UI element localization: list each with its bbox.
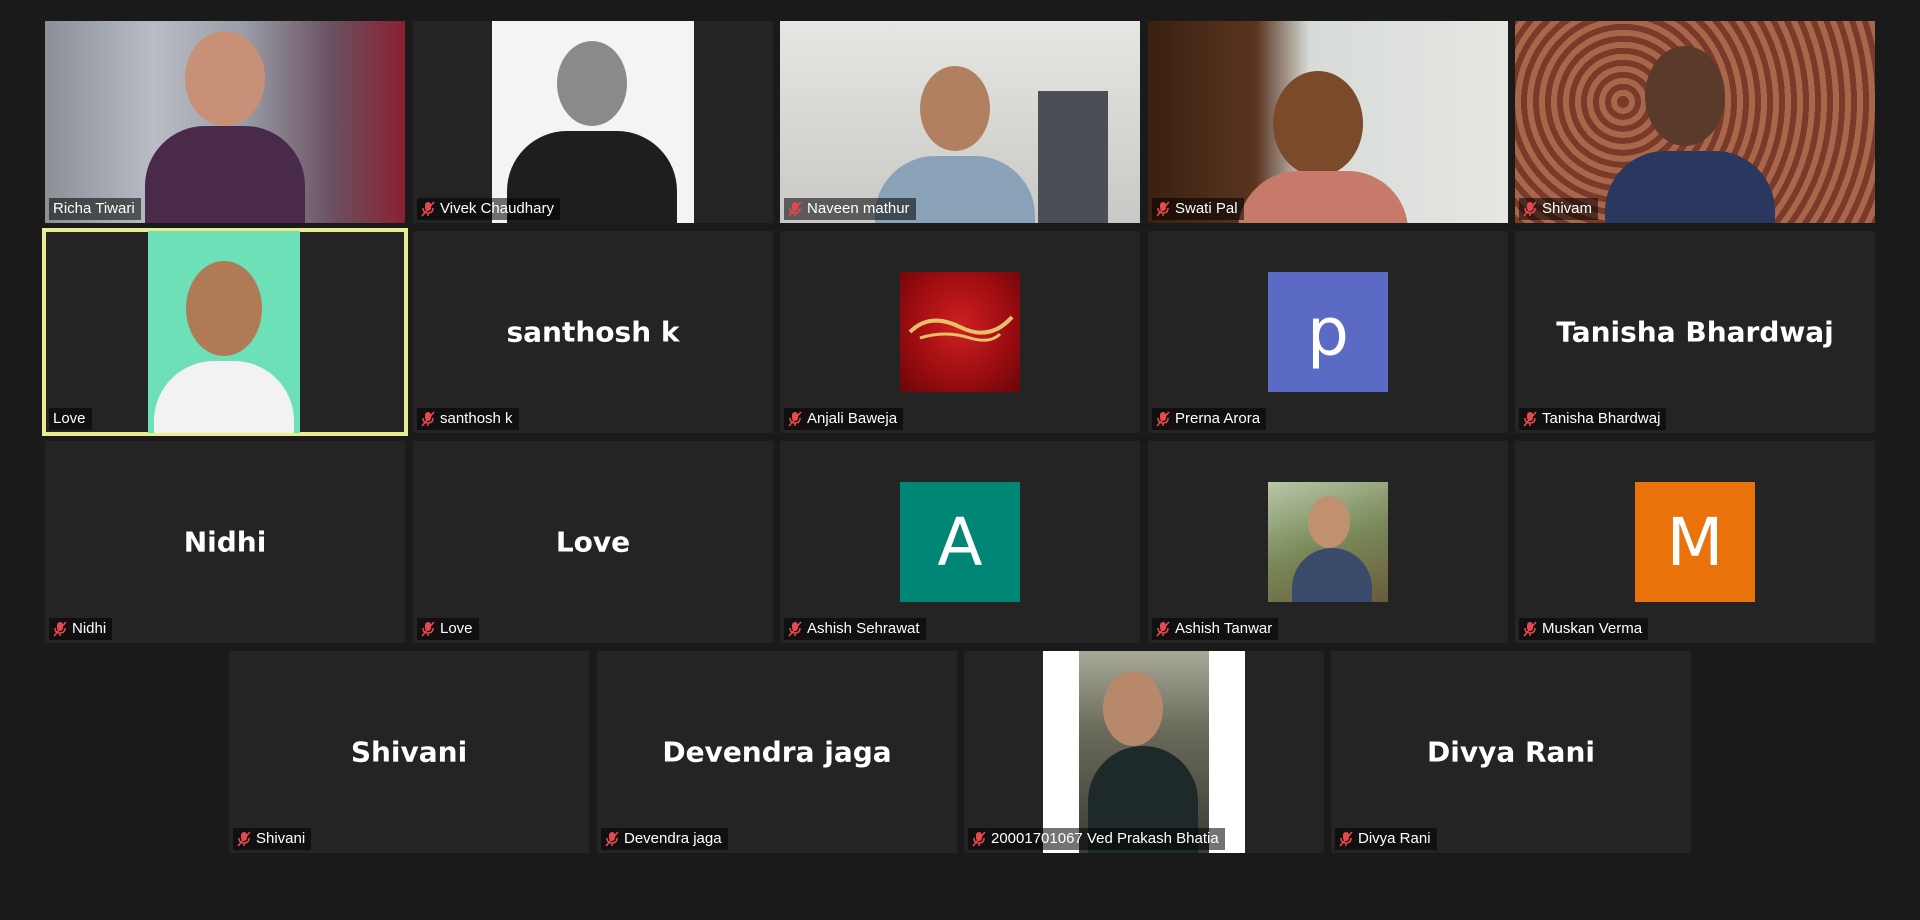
participant-video (45, 21, 405, 223)
avatar (1268, 482, 1388, 602)
participant-name-tag: 20001701067 Ved Prakash Bhatia (968, 828, 1225, 850)
participant-video (1043, 651, 1245, 853)
participant-name-tag: Love (417, 618, 479, 640)
participant-name-tag: Divya Rani (1335, 828, 1437, 850)
video-tile-santhosh-k[interactable]: santhosh k santhosh k (413, 231, 773, 433)
participant-display-name: santhosh k (506, 315, 680, 349)
participant-name-tag: Anjali Baweja (784, 408, 904, 430)
participant-display-name: Shivani (350, 735, 468, 769)
mic-muted-icon (1339, 831, 1353, 847)
participant-name: Divya Rani (1358, 830, 1431, 847)
video-tile-shivam[interactable]: Shivam (1515, 21, 1875, 223)
mic-muted-icon (421, 621, 435, 637)
mic-muted-icon (421, 201, 435, 217)
participant-name: Ashish Tanwar (1175, 620, 1273, 637)
video-tile-naveen-mathur[interactable]: Naveen mathur (780, 21, 1140, 223)
participant-name-tag: santhosh k (417, 408, 519, 430)
video-tile-nidhi[interactable]: Nidhi Nidhi (45, 441, 405, 643)
participant-name-tag: Swati Pal (1152, 198, 1244, 220)
participant-name: santhosh k (440, 410, 513, 427)
participant-video (1148, 21, 1508, 223)
video-tile-devendra-jaga[interactable]: Devendra jaga Devendra jaga (597, 651, 957, 853)
mic-muted-icon (53, 621, 67, 637)
participant-name: Shivam (1542, 200, 1593, 217)
video-tile-love[interactable]: Love Love (413, 441, 773, 643)
participant-name: Nidhi (72, 620, 107, 637)
mic-muted-icon (972, 831, 986, 847)
video-tile-anjali-baweja[interactable]: Anjali Baweja (780, 231, 1140, 433)
participant-display-name: Divya Rani (1427, 735, 1595, 769)
participant-name-tag: Love (49, 408, 92, 430)
participant-name: Anjali Baweja (807, 410, 898, 427)
avatar (900, 272, 1020, 392)
participant-name: Vivek Chaudhary (440, 200, 554, 217)
participant-display-name: Love (555, 525, 631, 559)
avatar-letter: A (937, 503, 983, 581)
video-tile-divya-rani[interactable]: Divya Rani Divya Rani (1331, 651, 1691, 853)
participant-name: Swati Pal (1175, 200, 1238, 217)
avatar: p (1268, 272, 1388, 392)
participant-display-name: Devendra jaga (662, 735, 892, 769)
participant-name: Muskan Verma (1542, 620, 1643, 637)
participant-name-tag: Vivek Chaudhary (417, 198, 560, 220)
participant-name-tag: Muskan Verma (1519, 618, 1649, 640)
avatar-letter: p (1307, 293, 1349, 371)
participant-name: Ashish Sehrawat (807, 620, 920, 637)
participant-name: Richa Tiwari (53, 200, 135, 217)
participant-display-name: Nidhi (183, 525, 267, 559)
video-tile-shivani[interactable]: Shivani Shivani (229, 651, 589, 853)
participant-video (1515, 21, 1875, 223)
mic-muted-icon (1523, 621, 1537, 637)
participant-name: Shivani (256, 830, 306, 847)
participant-name-tag: Nidhi (49, 618, 113, 640)
participant-name-tag: Richa Tiwari (49, 198, 141, 220)
mic-muted-icon (788, 201, 802, 217)
participant-name-tag: Devendra jaga (601, 828, 728, 850)
mic-muted-icon (1156, 201, 1170, 217)
participant-display-name: Tanisha Bhardwaj (1556, 315, 1834, 349)
participant-name-tag: Naveen mathur (784, 198, 916, 220)
mic-muted-icon (1156, 411, 1170, 427)
video-tile-vivek-chaudhary[interactable]: Vivek Chaudhary (413, 21, 773, 223)
video-tile-swati-pal[interactable]: Swati Pal (1148, 21, 1508, 223)
participant-name-tag: Ashish Tanwar (1152, 618, 1279, 640)
video-tile-ved-prakash-bhatia[interactable]: 20001701067 Ved Prakash Bhatia (964, 651, 1324, 853)
mic-muted-icon (1523, 201, 1537, 217)
participant-name-tag: Ashish Sehrawat (784, 618, 926, 640)
mic-muted-icon (421, 411, 435, 427)
mic-muted-icon (237, 831, 251, 847)
participant-name: 20001701067 Ved Prakash Bhatia (991, 830, 1219, 847)
participant-name-tag: Shivam (1519, 198, 1599, 220)
mic-muted-icon (1156, 621, 1170, 637)
video-tile-ashish-sehrawat[interactable]: A Ashish Sehrawat (780, 441, 1140, 643)
participant-name: Love (53, 410, 86, 427)
mic-muted-icon (605, 831, 619, 847)
participant-video (148, 231, 300, 433)
participant-name: Love (440, 620, 473, 637)
mic-muted-icon (1523, 411, 1537, 427)
video-tile-tanisha-bhardwaj[interactable]: Tanisha Bhardwaj Tanisha Bhardwaj (1515, 231, 1875, 433)
video-tile-love-active-speaker[interactable]: Love (42, 228, 408, 436)
participant-name: Tanisha Bhardwaj (1542, 410, 1661, 427)
participant-video (492, 21, 694, 223)
mic-muted-icon (788, 411, 802, 427)
avatar: M (1635, 482, 1755, 602)
participant-name: Devendra jaga (624, 830, 722, 847)
video-tile-muskan-verma[interactable]: M Muskan Verma (1515, 441, 1875, 643)
video-tile-prerna-arora[interactable]: p Prerna Arora (1148, 231, 1508, 433)
participant-name: Prerna Arora (1175, 410, 1261, 427)
video-tile-richa-tiwari[interactable]: Richa Tiwari (45, 21, 405, 223)
avatar-letter: M (1666, 503, 1724, 581)
mic-muted-icon (788, 621, 802, 637)
participant-video (780, 21, 1140, 223)
participant-name-tag: Tanisha Bhardwaj (1519, 408, 1667, 430)
participant-name-tag: Prerna Arora (1152, 408, 1267, 430)
participant-name: Naveen mathur (807, 200, 910, 217)
participant-name-tag: Shivani (233, 828, 312, 850)
video-tile-ashish-tanwar[interactable]: Ashish Tanwar (1148, 441, 1508, 643)
avatar: A (900, 482, 1020, 602)
